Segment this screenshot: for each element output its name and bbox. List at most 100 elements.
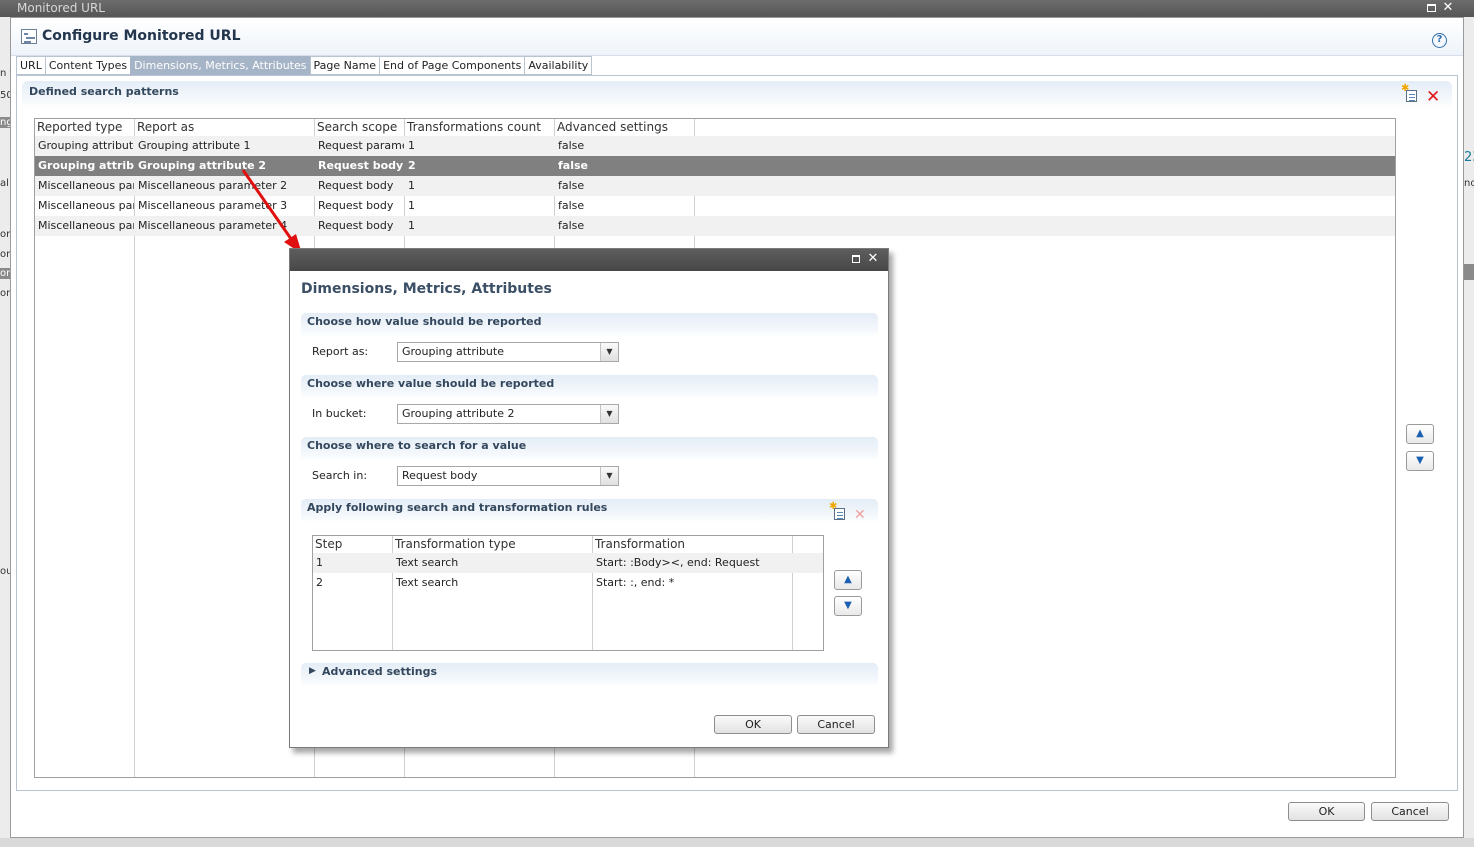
dimensions-dialog: ✕ Dimensions, Metrics, Attributes Choose… [289, 248, 889, 748]
delete-rule-icon[interactable]: ✕ [854, 508, 866, 522]
background-fragment: 50 [0, 90, 10, 101]
column-header[interactable]: Transformation type [393, 536, 592, 553]
report-section-title: Choose how value should be reported [307, 315, 542, 328]
cell-count: 2 [408, 159, 416, 172]
cell-reported-type: Miscellaneous parar [38, 219, 134, 232]
cancel-button[interactable]: Cancel [1371, 802, 1449, 821]
cell-advanced: false [558, 159, 588, 172]
cell-advanced: false [558, 139, 585, 152]
dialog-cancel-button[interactable]: Cancel [797, 715, 875, 734]
chevron-down-icon[interactable]: ▼ [600, 343, 618, 361]
close-icon[interactable]: ✕ [1440, 0, 1456, 17]
move-up-icon: ▲ [844, 574, 852, 585]
section-header [22, 81, 1452, 109]
move-up-icon: ▲ [1416, 428, 1424, 439]
cell-reported-type: Miscellaneous parar [38, 199, 134, 212]
background-fragment: n t [0, 68, 10, 79]
help-icon[interactable]: ? [1432, 33, 1447, 48]
cell-search-scope: Request body [318, 199, 394, 212]
column-header[interactable]: Reported type [35, 119, 134, 136]
cell-advanced: false [558, 199, 585, 212]
cell-reported-type: Miscellaneous parar [38, 179, 134, 192]
tab-availability[interactable]: Availability [524, 56, 593, 75]
cell-step: 2 [316, 576, 323, 589]
background-fragment: ou [0, 566, 10, 577]
move-up-button[interactable]: ▲ [1406, 424, 1434, 444]
column-header[interactable]: Transformations count [405, 119, 554, 136]
background-fragment: al ( [0, 178, 10, 189]
cell-search-scope: Request body [318, 179, 394, 192]
rule-move-down-button[interactable]: ▼ [834, 596, 862, 616]
background-fragment: or [0, 288, 10, 299]
background-page-right [1464, 17, 1474, 838]
cell-step: 1 [316, 556, 323, 569]
cell-advanced: false [558, 219, 585, 232]
report-as-value: Grouping attribute [402, 345, 504, 358]
in-bucket-label: In bucket: [312, 407, 367, 420]
cell-count: 1 [408, 139, 415, 152]
background-fragment: or [0, 268, 10, 279]
annotation-arrow [241, 169, 302, 254]
background-row-highlight [1464, 264, 1474, 280]
in-bucket-value: Grouping attribute 2 [402, 407, 515, 420]
chevron-down-icon[interactable]: ▼ [600, 405, 618, 423]
column-header[interactable]: Transformation [593, 536, 792, 553]
expand-triangle-icon[interactable]: ▶ [309, 666, 316, 676]
cell-search-scope: Request body [318, 219, 394, 232]
cell-advanced: false [558, 179, 585, 192]
delete-pattern-icon[interactable]: ✕ [1426, 89, 1440, 106]
add-rule-icon[interactable]: ✱ [829, 501, 846, 520]
section-title: Defined search patterns [29, 85, 179, 98]
search-in-select[interactable]: Request body ▼ [397, 466, 619, 486]
move-down-icon: ▼ [1416, 455, 1424, 466]
advanced-settings-label[interactable]: Advanced settings [322, 665, 437, 678]
column-header[interactable]: Step [313, 536, 392, 553]
tab-end-of-page-components[interactable]: End of Page Components [379, 56, 525, 75]
window-title: Monitored URL [17, 1, 105, 15]
report-as-select[interactable]: Grouping attribute ▼ [397, 342, 619, 362]
cell-transformation-type: Text search [396, 576, 459, 589]
table-row[interactable]: 1 Text search Start: :Body><, end: Reque… [313, 553, 823, 573]
cell-reported-type: Grouping attribute [38, 159, 134, 172]
background-fragment: ng [0, 117, 10, 128]
search-in-label: Search in: [312, 469, 368, 482]
chevron-down-icon[interactable]: ▼ [600, 467, 618, 485]
tab-bar: URL Content Types Dimensions, Metrics, A… [16, 56, 593, 75]
dialog-ok-button[interactable]: OK [714, 715, 792, 734]
dialog-titlebar [290, 249, 888, 271]
tab-content-types[interactable]: Content Types [44, 56, 131, 75]
tab-url[interactable]: URL [16, 56, 45, 75]
tab-page-name[interactable]: Page Name [309, 56, 380, 75]
tab-dimensions-metrics-attributes[interactable]: Dimensions, Metrics, Attributes [130, 56, 310, 75]
dialog-maximize-icon[interactable] [848, 251, 864, 268]
ok-button[interactable]: OK [1288, 802, 1365, 821]
cell-transformation: Start: :Body><, end: Request [596, 556, 760, 569]
rules-table: Step Transformation type Transformation … [312, 535, 824, 651]
cell-count: 1 [408, 199, 415, 212]
configure-icon [21, 29, 37, 44]
background-fragment: or [0, 229, 10, 240]
search-section-title: Choose where to search for a value [307, 439, 527, 452]
column-header[interactable]: Advanced settings [555, 119, 694, 136]
table-row[interactable]: Grouping attribute Grouping attribute 1 … [35, 136, 1395, 156]
cell-reported-type: Grouping attribute [38, 139, 134, 152]
dialog-title: Dimensions, Metrics, Attributes [301, 281, 552, 297]
column-header[interactable]: Search scope [315, 119, 404, 136]
table-row[interactable]: 2 Text search Start: :, end: * [313, 573, 823, 593]
move-down-button[interactable]: ▼ [1406, 451, 1434, 471]
in-bucket-select[interactable]: Grouping attribute 2 ▼ [397, 404, 619, 424]
maximize-icon[interactable] [1423, 0, 1439, 17]
rule-move-up-button[interactable]: ▲ [834, 570, 862, 590]
window-titlebar: Monitored URL [0, 0, 1474, 17]
column-header[interactable]: Report as [135, 119, 314, 136]
background-fragment: no [1464, 178, 1474, 189]
rules-section-title: Apply following search and transformatio… [307, 501, 608, 514]
add-pattern-icon[interactable]: ✱ [1401, 83, 1418, 102]
page-title: Configure Monitored URL [42, 28, 241, 44]
bucket-section-title: Choose where value should be reported [307, 377, 555, 390]
cell-count: 1 [408, 219, 415, 232]
background-page-left [0, 17, 10, 838]
background-fragment: or [0, 249, 10, 260]
background-fragment: 23 [1464, 150, 1474, 165]
dialog-close-icon[interactable]: ✕ [865, 251, 881, 268]
